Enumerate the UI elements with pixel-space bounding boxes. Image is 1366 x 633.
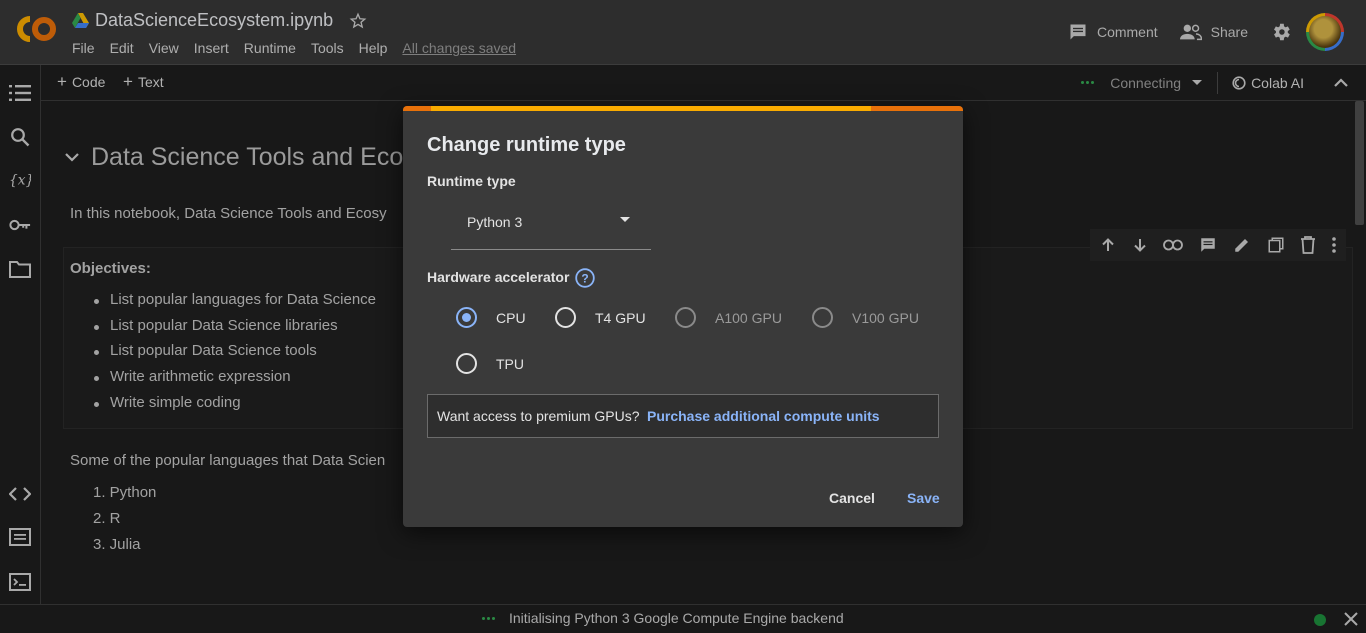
- radio-tpu[interactable]: TPU: [456, 353, 524, 374]
- radio-circle-disabled: [812, 307, 833, 328]
- dropdown-caret-icon: [619, 216, 631, 224]
- radio-label-cpu: CPU: [496, 309, 526, 326]
- help-question-icon[interactable]: ?: [575, 268, 595, 288]
- save-button[interactable]: Save: [907, 490, 940, 506]
- dialog-title: Change runtime type: [427, 134, 626, 156]
- radio-v100-gpu: V100 GPU: [812, 307, 919, 328]
- hardware-accelerator-label: Hardware accelerator: [427, 269, 570, 285]
- radio-circle-disabled: [675, 307, 696, 328]
- help-question-mark: ?: [581, 272, 588, 286]
- radio-t4-gpu[interactable]: T4 GPU: [555, 307, 646, 328]
- radio-label-tpu: TPU: [496, 355, 524, 372]
- premium-question: Want access to premium GPUs?: [437, 408, 640, 424]
- dialog-progress-bar: [403, 106, 963, 111]
- cancel-button[interactable]: Cancel: [829, 490, 875, 506]
- runtime-type-select[interactable]: Python 3: [451, 202, 651, 250]
- radio-a100-gpu: A100 GPU: [675, 307, 782, 328]
- radio-label-a100-gpu: A100 GPU: [715, 309, 782, 326]
- runtime-type-label: Runtime type: [427, 173, 516, 189]
- radio-label-v100-gpu: V100 GPU: [852, 309, 919, 326]
- radio-circle: [555, 307, 576, 328]
- change-runtime-dialog: Change runtime type Runtime type Python …: [403, 106, 963, 527]
- premium-gpu-banner: Want access to premium GPUs? Purchase ad…: [427, 394, 939, 438]
- runtime-type-value: Python 3: [467, 214, 523, 230]
- radio-label-t4-gpu: T4 GPU: [595, 309, 646, 326]
- radio-circle-selected: [456, 307, 477, 328]
- purchase-compute-units-link[interactable]: Purchase additional compute units: [647, 408, 880, 424]
- radio-circle: [456, 353, 477, 374]
- radio-cpu[interactable]: CPU: [456, 307, 526, 328]
